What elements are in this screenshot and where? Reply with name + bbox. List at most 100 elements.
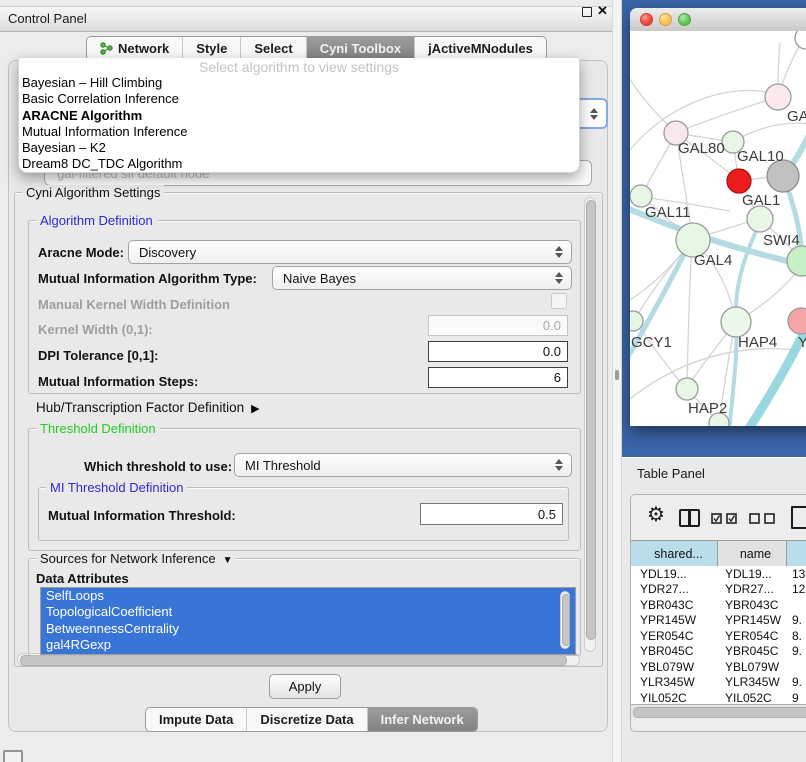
node-label: HAP2 (688, 400, 727, 417)
algorithm-option[interactable]: Mutual Information Inference (19, 124, 579, 140)
divider-collapse-handle[interactable] (615, 370, 619, 380)
manual-kernel-width-checkbox[interactable] (551, 293, 567, 309)
dpi-tolerance-label: DPI Tolerance [0,1]: (38, 348, 158, 363)
deselect-all-columns-icon[interactable] (749, 513, 777, 524)
table-panel-window: ⚙ shared...name YDL19...YDL19...13YDR27.… (630, 494, 806, 732)
data-attribute-item[interactable]: SelfLoops (41, 588, 575, 604)
table-cell: YBR043C (631, 598, 718, 612)
table-cell: YBR045C (631, 644, 718, 658)
node-label: GAL80 (678, 140, 725, 157)
zoom-button[interactable] (678, 13, 691, 26)
attribute-list-scroll-thumb[interactable] (562, 594, 570, 646)
network-node[interactable] (721, 307, 751, 337)
tab-discretize-data[interactable]: Discretize Data (247, 708, 367, 731)
mi-algorithm-type-combo[interactable]: Naive Bayes (272, 266, 572, 290)
table-cell: YLR345W (718, 675, 787, 689)
network-node[interactable] (727, 169, 751, 193)
tab-infer-network[interactable]: Infer Network (368, 708, 477, 731)
which-threshold-combo[interactable]: MI Threshold (234, 453, 572, 477)
algorithm-option[interactable]: Basic Correlation Inference (19, 91, 579, 107)
algorithm-option[interactable]: Bayesian – Hill Climbing (19, 75, 579, 91)
panel-divider[interactable] (612, 0, 622, 762)
algorithm-option[interactable]: ARACNE Algorithm (19, 108, 579, 124)
network-node[interactable] (630, 311, 643, 331)
tab-cyni-toolbox[interactable]: Cyni Toolbox (307, 37, 415, 60)
sources-title: Sources for Network Inference (40, 551, 216, 566)
split-columns-icon[interactable] (679, 509, 700, 527)
settings-vscroll-thumb[interactable] (586, 200, 596, 640)
stepper-arrows-icon (590, 108, 598, 120)
data-attribute-item[interactable]: gal4RGexp (41, 637, 575, 653)
algorithm-option[interactable]: Bayesian – K2 (19, 140, 579, 156)
network-node[interactable] (747, 206, 773, 232)
network-node[interactable] (795, 31, 806, 49)
algorithm-option[interactable]: Dream8 DC_TDC Algorithm (19, 156, 579, 172)
table-row[interactable]: YPR145WYPR145W9. (631, 613, 806, 629)
tab-jactivemnodules[interactable]: jActiveMNodules (415, 37, 546, 60)
table-cell: YDL19... (718, 567, 787, 581)
sources-toggle[interactable]: Sources for Network Inference▼ (36, 551, 236, 566)
hub-definition-label: Hub/Transcription Factor Definition (36, 400, 244, 415)
data-attribute-item[interactable]: TopologicalCoefficient (41, 604, 575, 620)
node-label: GAL10 (737, 148, 784, 165)
close-button[interactable] (640, 13, 653, 26)
hub-definition-toggle[interactable]: Hub/Transcription Factor Definition▶ (36, 400, 260, 415)
tab-select[interactable]: Select (241, 37, 306, 60)
tab-network[interactable]: Network (87, 37, 183, 60)
mi-threshold-input[interactable]: 0.5 (420, 503, 563, 525)
column-header[interactable]: shared... (631, 541, 718, 566)
network-canvas[interactable]: GALGAL80GAL10GAL1GAL11SWI4GAL4GCY1HAP4YH… (630, 31, 806, 426)
network-node[interactable] (676, 378, 698, 400)
table-horizontal-scrollbar[interactable] (631, 704, 806, 718)
apply-button[interactable]: Apply (269, 674, 341, 699)
table-hscroll-thumb[interactable] (633, 707, 806, 718)
which-threshold-label: Which threshold to use: (84, 459, 232, 474)
table-row[interactable]: YDR27...YDR27...12 (631, 582, 806, 598)
cyni-algorithm-settings-title: Cyni Algorithm Settings (22, 185, 164, 200)
table-cell: 9 (787, 691, 806, 704)
kernel-width-label: Kernel Width (0,1): (38, 322, 153, 337)
table-row[interactable]: YLR345WYLR345W9. (631, 675, 806, 691)
table-cell: YPR145W (718, 613, 787, 627)
close-window-icon[interactable]: ✕ (597, 3, 608, 19)
table-row[interactable]: YDL19...YDL19...13 (631, 566, 806, 582)
dpi-tolerance-input[interactable]: 0.0 (428, 341, 568, 362)
table-cell: 13 (787, 567, 806, 581)
mi-threshold-label: Mutual Information Threshold: (48, 508, 236, 523)
aracne-mode-value: Discovery (139, 245, 196, 260)
table-row[interactable]: YIL052CYIL052C9 (631, 690, 806, 704)
network-node[interactable] (788, 308, 806, 334)
mi-steps-input[interactable]: 6 (428, 367, 568, 388)
tab-style[interactable]: Style (183, 37, 241, 60)
settings-hscroll-thumb[interactable] (20, 655, 567, 666)
table-cell: YBR045C (718, 644, 787, 658)
tab-impute-data[interactable]: Impute Data (146, 708, 247, 731)
table-row[interactable]: YER054CYER054C8. (631, 628, 806, 644)
column-header[interactable]: name (718, 541, 787, 566)
table-row[interactable]: YBR045CYBR045C9. (631, 644, 806, 660)
network-nodes[interactable] (630, 31, 806, 426)
network-desktop: GALGAL80GAL10GAL1GAL11SWI4GAL4GCY1HAP4YH… (622, 0, 806, 457)
node-label: Y (798, 334, 806, 351)
settings-vertical-scrollbar[interactable] (584, 197, 596, 652)
minimize-button[interactable] (659, 13, 672, 26)
column-header[interactable] (787, 541, 806, 566)
minimized-panel-icon[interactable] (3, 750, 23, 762)
attribute-list-scrollbar[interactable] (560, 591, 570, 649)
network-node[interactable] (787, 246, 806, 276)
select-all-columns-icon[interactable] (711, 513, 739, 524)
data-attribute-item[interactable]: BetweennessCentrality (41, 621, 575, 637)
float-window-icon[interactable] (582, 7, 592, 17)
document-icon[interactable] (791, 506, 806, 529)
table-row[interactable]: YBR043CYBR043C (631, 597, 806, 613)
network-node[interactable] (765, 84, 791, 110)
network-window-titlebar[interactable] (630, 8, 806, 32)
control-panel-titlebar: Control Panel (0, 6, 613, 32)
kernel-width-input[interactable]: 0.0 (428, 315, 568, 336)
node-label: GAL1 (742, 192, 780, 209)
node-label: HAP4 (738, 334, 777, 351)
table-panel: Table Panel ⚙ shared...name YDL19...YDL1… (622, 457, 806, 762)
gear-icon[interactable]: ⚙ (647, 505, 665, 525)
table-row[interactable]: YBL079WYBL079W (631, 659, 806, 675)
aracne-mode-combo[interactable]: Discovery (128, 240, 572, 264)
